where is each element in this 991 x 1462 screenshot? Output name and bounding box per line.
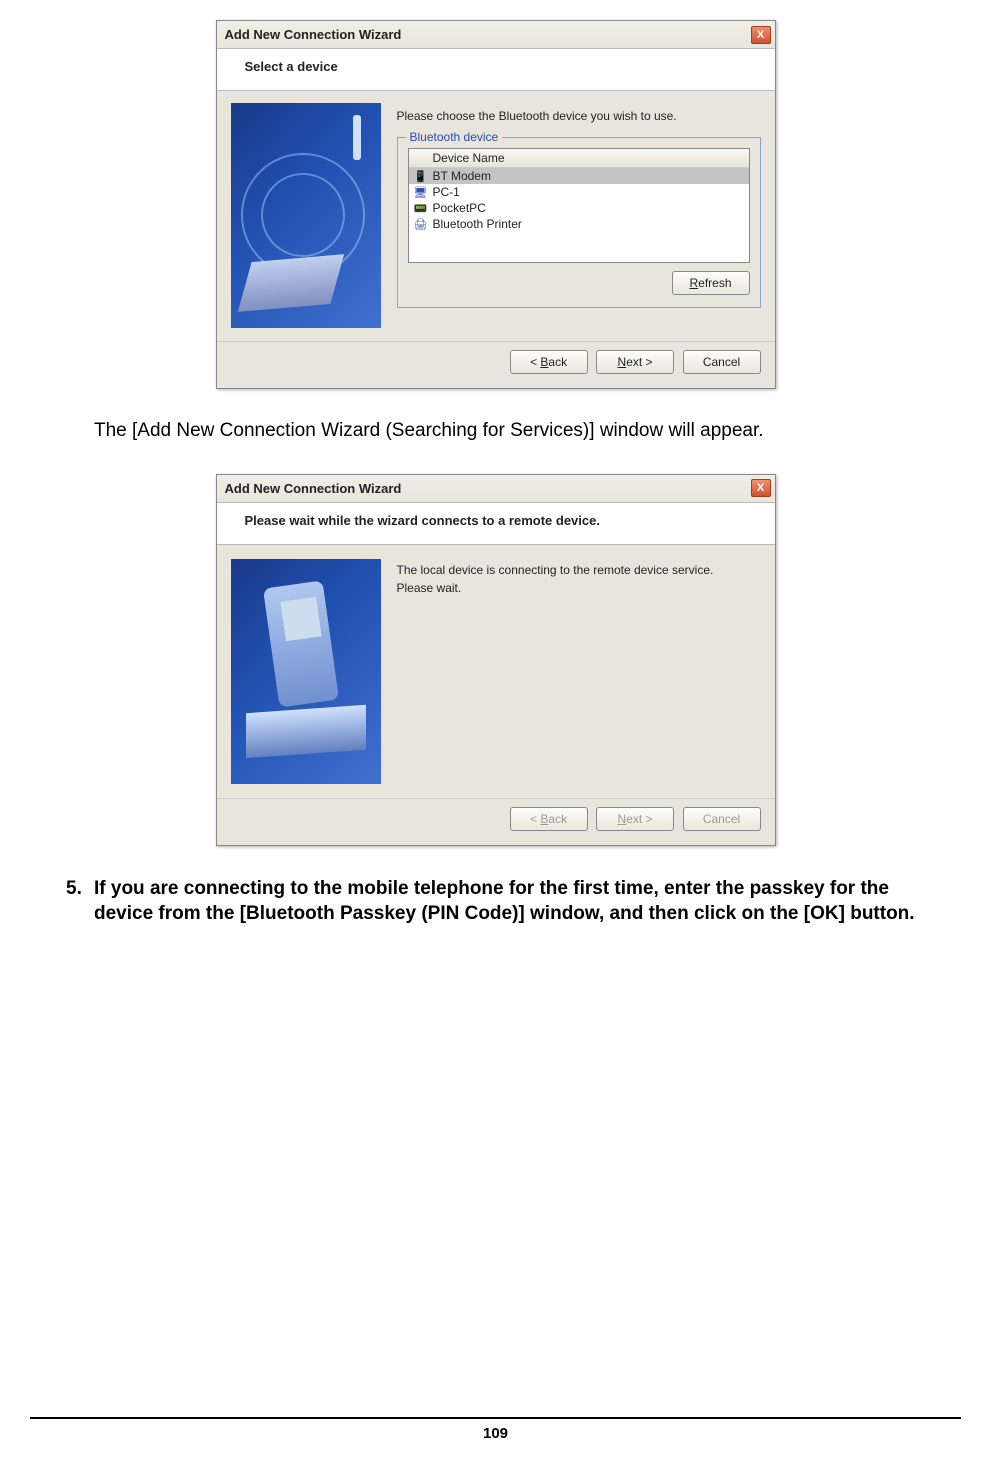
titlebar: Add New Connection Wizard X xyxy=(217,475,775,503)
phone-icon: 📱 xyxy=(413,169,429,183)
cancel-button: Cancel xyxy=(683,807,761,831)
pda-icon: 📟 xyxy=(413,201,429,215)
page-footer: 109 xyxy=(30,1417,961,1442)
titlebar: Add New Connection Wizard X xyxy=(217,21,775,49)
step-number: 5. xyxy=(66,876,94,927)
back-button: < Back xyxy=(510,807,588,831)
device-name: Bluetooth Printer xyxy=(433,217,522,231)
device-name: PocketPC xyxy=(433,201,486,215)
close-icon[interactable]: X xyxy=(751,479,771,497)
list-item[interactable]: 🖥 PC-1 xyxy=(409,184,749,200)
list-item[interactable]: 🖨 Bluetooth Printer xyxy=(409,216,749,232)
device-name: PC-1 xyxy=(433,185,460,199)
wizard-side-graphic xyxy=(231,559,381,784)
doc-paragraph: The [Add New Connection Wizard (Searchin… xyxy=(94,419,925,444)
back-button[interactable]: < Back xyxy=(510,350,588,374)
printer-icon: 🖨 xyxy=(413,217,429,231)
cancel-button[interactable]: Cancel xyxy=(683,350,761,374)
wizard-select-device: Add New Connection Wizard X Select a dev… xyxy=(216,20,776,389)
wizard-header: Please wait while the wizard connects to… xyxy=(217,503,775,545)
step-5: 5. If you are connecting to the mobile t… xyxy=(66,876,931,927)
window-title: Add New Connection Wizard xyxy=(225,27,751,42)
wizard-buttonbar: < Back Next > Cancel xyxy=(217,798,775,845)
window-title: Add New Connection Wizard xyxy=(225,481,751,496)
list-item[interactable]: 📱 BT Modem xyxy=(409,168,749,184)
list-header: Device Name xyxy=(409,149,749,168)
refresh-button[interactable]: Refresh xyxy=(672,271,750,295)
next-button[interactable]: Next > xyxy=(596,350,674,374)
device-groupbox: Bluetooth device Device Name 📱 BT Modem … xyxy=(397,137,761,308)
step-text: If you are connecting to the mobile tele… xyxy=(94,876,931,927)
connecting-msg-line2: Please wait. xyxy=(397,581,761,595)
wizard-side-graphic xyxy=(231,103,381,328)
device-listbox[interactable]: Device Name 📱 BT Modem 🖥 PC-1 📟 PocketPC xyxy=(408,148,750,263)
wizard-instruction: Please choose the Bluetooth device you w… xyxy=(397,109,761,123)
list-item[interactable]: 📟 PocketPC xyxy=(409,200,749,216)
wizard-header-text: Select a device xyxy=(245,59,759,74)
next-button: Next > xyxy=(596,807,674,831)
wizard-buttonbar: < Back Next > Cancel xyxy=(217,341,775,388)
connecting-msg-line1: The local device is connecting to the re… xyxy=(397,563,761,577)
monitor-icon: 🖥 xyxy=(413,185,429,199)
page-number: 109 xyxy=(30,1425,961,1442)
groupbox-legend: Bluetooth device xyxy=(406,130,503,144)
wizard-header: Select a device xyxy=(217,49,775,91)
wizard-header-text: Please wait while the wizard connects to… xyxy=(245,513,759,528)
close-icon[interactable]: X xyxy=(751,26,771,44)
device-name: BT Modem xyxy=(433,169,491,183)
wizard-connecting: Add New Connection Wizard X Please wait … xyxy=(216,474,776,846)
